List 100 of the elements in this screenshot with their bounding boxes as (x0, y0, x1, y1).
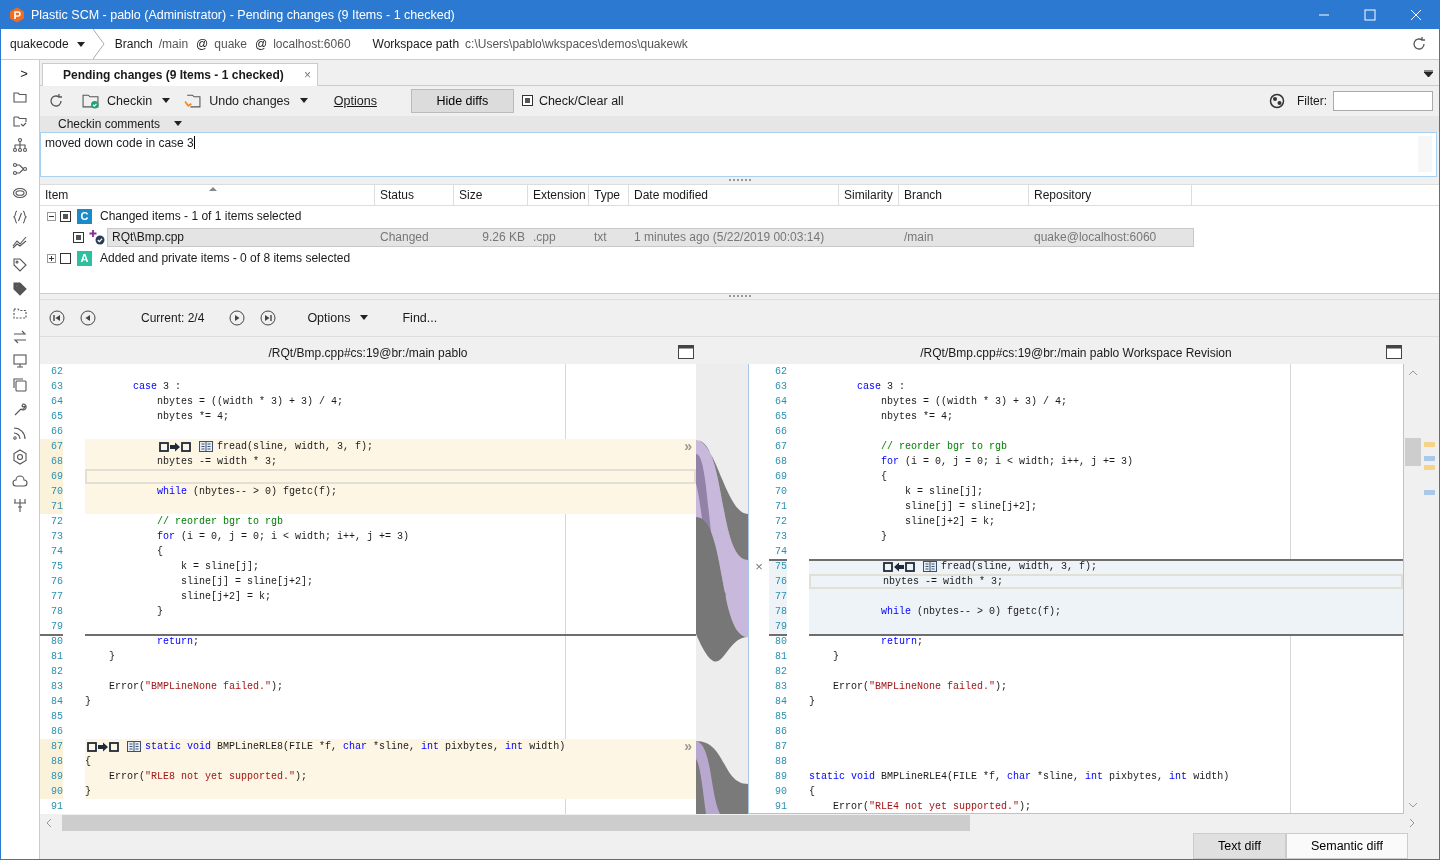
close-icon[interactable] (1410, 8, 1422, 21)
group-label[interactable]: Added and private items - 0 of 8 items selected (100, 251, 351, 266)
column-header[interactable]: Branch (899, 184, 1029, 205)
swap-arrows-icon[interactable] (12, 329, 28, 345)
column-header[interactable]: Size (454, 184, 528, 205)
globe-icon[interactable] (1269, 92, 1285, 109)
line-number: 64 (50, 395, 63, 410)
group-label[interactable]: Changed items - 1 of 1 items selected (100, 209, 302, 224)
move-right-icon[interactable] (87, 741, 119, 752)
column-header[interactable]: Extension (528, 184, 589, 205)
column-header[interactable]: Type (589, 184, 629, 205)
line-number: 83 (774, 680, 787, 695)
cloud-icon[interactable] (12, 473, 28, 489)
check-clear-all-label[interactable]: Check/Clear all (538, 93, 624, 108)
tag-icon[interactable] (12, 257, 28, 273)
move-right-icon[interactable] (159, 441, 191, 452)
collapse-icon[interactable] (47, 211, 56, 221)
feed-icon[interactable] (12, 425, 28, 441)
maximize-pane-icon[interactable] (678, 344, 694, 359)
file-row[interactable]: RQt\Bmp.cpp Changed 9.26 KB .cpp txt 1 minutes ago (5/22/2019 00:03:14) /main quake@localhost:6060 (107, 227, 1194, 247)
tab-menu-icon[interactable] (1424, 69, 1433, 77)
caret-icon[interactable] (174, 121, 183, 127)
expand-sidebar-button[interactable]: > (20, 66, 28, 81)
comment-field[interactable]: moved down code in case 3 (40, 132, 1437, 178)
code-text: k = sline[j]; (905, 485, 984, 500)
code-text: static void BMPLineRLE4(FILE *f, char *sline, int pixbytes, int width) (809, 770, 1230, 785)
code-text: nbytes = ((width * 3) + 3) / 4; (157, 395, 344, 410)
hide-diffs-button[interactable]: Hide diffs (410, 88, 514, 113)
undo-changes-button[interactable]: Undo changes (205, 93, 294, 108)
caret-icon[interactable] (299, 98, 308, 104)
next-difference-icon[interactable] (229, 309, 246, 326)
view-mode-tab[interactable]: Text diff (1192, 833, 1286, 859)
expand-icon[interactable] (47, 253, 56, 263)
maximize-pane-icon[interactable] (1386, 344, 1402, 359)
code-braces-icon[interactable] (12, 209, 28, 225)
code-text: nbytes *= 4; (157, 410, 230, 425)
caret-icon (76, 41, 85, 47)
diff-overview-drawing (1424, 442, 1435, 496)
move-left-icon[interactable] (883, 561, 915, 572)
line-number: 75 (769, 559, 787, 575)
ellipse-icon[interactable] (12, 185, 28, 201)
code-text: } (109, 650, 116, 665)
options-menu-button[interactable]: Options (303, 310, 355, 325)
first-difference-icon[interactable] (49, 309, 65, 326)
hierarchy-icon[interactable] (12, 137, 28, 153)
at-sign: @ (196, 37, 209, 51)
find-button[interactable]: Find... (398, 310, 442, 325)
repository-selector[interactable]: quakecode (1, 29, 93, 59)
side-by-side-icon[interactable] (127, 741, 141, 753)
filter-field[interactable] (1333, 90, 1433, 111)
previous-difference-icon[interactable] (80, 309, 96, 326)
code-text: sline[j+2] = k; (905, 515, 996, 530)
column-header[interactable]: Status (375, 184, 454, 205)
line-number: 62 (774, 365, 787, 380)
plug-icon[interactable] (12, 497, 28, 513)
dashed-folder-icon[interactable] (12, 305, 28, 321)
tab-close-button[interactable]: × (304, 67, 311, 82)
tab[interactable]: Pending changes (9 Items - 1 checked) × (42, 62, 318, 86)
side-by-side-icon[interactable] (199, 441, 213, 453)
checkin-button[interactable]: Checkin (103, 93, 157, 108)
checkin-comments-header[interactable]: Checkin comments (58, 116, 161, 131)
hexagon-icon[interactable] (12, 449, 28, 465)
caret-icon[interactable] (360, 315, 369, 321)
code-text: for (i = 0, j = 0; i < width; i++, j += 3) (881, 455, 1134, 470)
last-difference-icon[interactable] (260, 309, 277, 326)
code-editor-pane[interactable] (748, 364, 1404, 815)
scrollbar-thumb[interactable] (1405, 438, 1421, 467)
chevron-icon (92, 29, 105, 59)
monitor-icon[interactable] (12, 353, 28, 369)
line-number: 90 (40, 784, 63, 800)
at-sign: @ (255, 37, 268, 51)
file-revision-title: /RQt/Bmp.cpp#cs:19@br:/main pablo Workspace Revision (920, 345, 1232, 360)
options-link[interactable]: Options (329, 93, 381, 108)
line-number: 82 (50, 665, 63, 680)
side-by-side-icon[interactable] (923, 561, 937, 573)
line-number: 72 (50, 515, 63, 530)
discard-mark[interactable]: × (749, 559, 769, 575)
wrench-icon[interactable] (12, 401, 28, 417)
folder-icon[interactable] (12, 89, 28, 105)
line-number: 68 (774, 455, 787, 470)
column-header[interactable]: Similarity (839, 184, 899, 205)
column-header[interactable]: Date modified (629, 184, 839, 205)
copy-icon[interactable] (12, 377, 28, 393)
maximize-icon[interactable] (1364, 8, 1376, 21)
caret-icon[interactable] (162, 98, 171, 104)
line-number: 76 (50, 575, 63, 590)
refresh-icon[interactable] (48, 92, 64, 109)
column-header[interactable]: Repository (1029, 184, 1192, 205)
folder-check-icon[interactable] (12, 113, 28, 129)
splitter-handle-icon[interactable] (728, 179, 751, 182)
branches-icon[interactable] (12, 161, 28, 177)
checkbox[interactable] (60, 252, 71, 264)
view-mode-tab[interactable]: Semantic diff (1285, 833, 1408, 859)
checkbox[interactable] (521, 95, 533, 107)
tag-filled-icon[interactable] (12, 281, 28, 297)
checkbox[interactable] (60, 210, 71, 222)
line-number: 83 (50, 680, 63, 695)
refresh-icon[interactable] (1411, 36, 1427, 52)
checkbox[interactable] (73, 231, 84, 243)
splitter-handle-icon[interactable] (728, 294, 751, 298)
